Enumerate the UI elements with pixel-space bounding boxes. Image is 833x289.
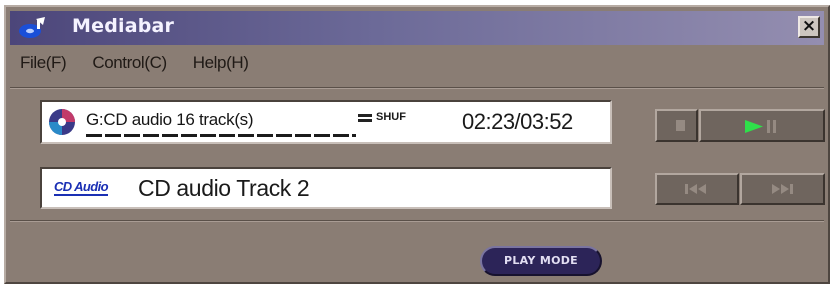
divider bbox=[10, 220, 824, 222]
play-icon bbox=[745, 120, 776, 133]
menu-help[interactable]: Help(H) bbox=[193, 53, 249, 79]
app-icon bbox=[19, 17, 45, 38]
divider bbox=[10, 87, 824, 89]
window-title: Mediabar bbox=[72, 15, 175, 37]
close-icon[interactable]: × bbox=[798, 16, 820, 38]
previous-button[interactable] bbox=[655, 173, 739, 205]
status-display: G:CD audio 16 track(s) SHUF 02:23/03:52 bbox=[40, 100, 612, 144]
stop-icon bbox=[676, 120, 685, 131]
play-pause-button[interactable] bbox=[699, 109, 825, 142]
play-mode-indicator: SHUF bbox=[376, 111, 406, 123]
title-bar[interactable]: Mediabar × bbox=[10, 11, 824, 45]
shuffle-icon bbox=[358, 114, 372, 122]
track-progress-bar[interactable] bbox=[86, 134, 356, 137]
stop-button[interactable] bbox=[655, 109, 698, 142]
menu-bar: File(F) Control(C) Help(H) bbox=[20, 53, 274, 79]
cd-audio-logo: CD Audio bbox=[54, 179, 109, 196]
time-display: 02:23/03:52 bbox=[462, 109, 573, 134]
menu-file[interactable]: File(F) bbox=[20, 53, 67, 79]
next-button[interactable] bbox=[740, 173, 825, 205]
track-display: CD Audio CD audio Track 2 bbox=[40, 167, 612, 209]
menu-control[interactable]: Control(C) bbox=[92, 53, 167, 79]
previous-icon bbox=[685, 184, 706, 194]
next-icon bbox=[772, 184, 793, 194]
track-title: CD audio Track 2 bbox=[138, 175, 310, 201]
cd-icon bbox=[49, 109, 75, 135]
pause-icon bbox=[767, 120, 770, 133]
play-mode-button[interactable]: PLAY MODE bbox=[480, 246, 602, 276]
source-label: G:CD audio 16 track(s) bbox=[86, 110, 254, 129]
mediabar-window: Mediabar × File(F) Control(C) Help(H) G:… bbox=[4, 5, 830, 284]
